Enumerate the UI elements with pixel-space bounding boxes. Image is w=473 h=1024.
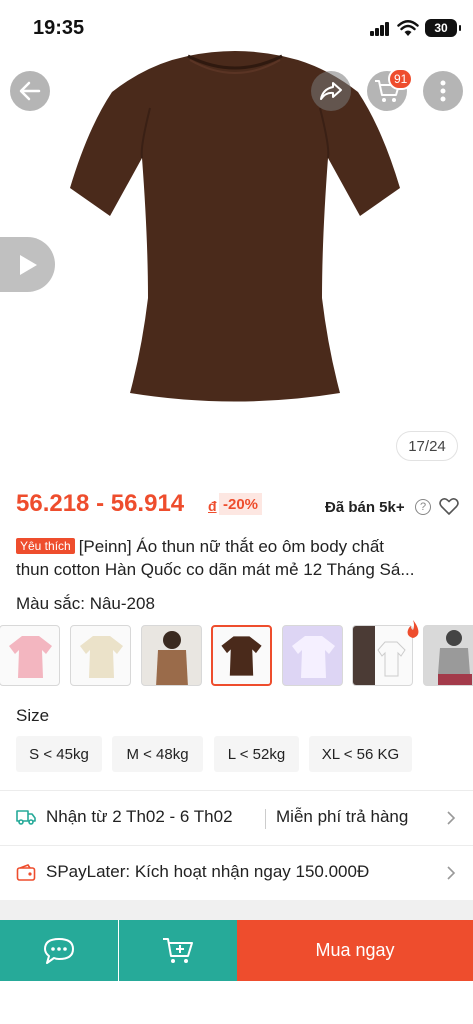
- color-swatch-model-photo[interactable]: [141, 625, 202, 686]
- paylater-row[interactable]: SPayLater: Kích hoạt nhận ngay 150.000Đ: [0, 846, 473, 900]
- more-vertical-icon: [440, 80, 446, 102]
- sold-count: Đã bán 5k+: [325, 499, 405, 516]
- shipping-row[interactable]: Nhận từ 2 Th02 - 6 Th02 Miễn phí trả hàn…: [0, 791, 473, 845]
- status-bar: 19:35 30: [0, 0, 473, 56]
- delivery-estimate: Nhận từ 2 Th02 - 6 Th02: [46, 807, 233, 826]
- size-option-m[interactable]: M < 48kg: [112, 736, 203, 772]
- color-swatch-pink[interactable]: [0, 625, 60, 686]
- product-image: [70, 51, 400, 402]
- color-swatch-white-combo[interactable]: [352, 625, 413, 686]
- price-range: 56.218 - 56.914: [16, 490, 185, 517]
- add-to-cart-button[interactable]: [119, 920, 237, 981]
- color-swatch-gray[interactable]: [423, 625, 473, 686]
- chevron-right-icon: [447, 811, 456, 825]
- buy-now-button[interactable]: Mua ngay: [237, 920, 473, 981]
- signal-icon: [370, 22, 390, 36]
- size-option-s[interactable]: S < 45kg: [16, 736, 102, 772]
- size-option-xl[interactable]: XL < 56 KG: [309, 736, 412, 772]
- back-button[interactable]: [10, 71, 50, 111]
- chat-icon: [44, 937, 74, 964]
- more-options-button[interactable]: [423, 71, 463, 111]
- chat-button[interactable]: [0, 920, 118, 981]
- chevron-right-icon: [447, 866, 456, 880]
- price-row: 56.218 - 56.914 đ -20% Đã bán 5k+ ?: [16, 488, 461, 524]
- bottom-action-bar: Mua ngay: [0, 920, 473, 981]
- play-icon: [19, 254, 37, 275]
- size-option-l[interactable]: L < 52kg: [214, 736, 299, 772]
- status-time: 19:35: [33, 17, 85, 39]
- discount-badge: -20%: [219, 493, 263, 515]
- wallet-icon: [16, 864, 36, 881]
- color-swatches: [0, 625, 473, 687]
- product-title-line2: thun cotton Hàn Quốc co dãn mát mẻ 12 Th…: [16, 560, 415, 579]
- size-label: Size: [16, 706, 50, 725]
- truck-icon: [16, 810, 36, 825]
- cart-count-badge: 91: [388, 68, 414, 90]
- color-swatch-lavender[interactable]: [282, 625, 343, 686]
- share-icon: [320, 82, 342, 100]
- color-label: Màu sắc: Nâu-208: [16, 594, 155, 613]
- divider: [265, 809, 266, 829]
- fire-icon: [407, 620, 419, 638]
- image-counter: 17/24: [396, 431, 458, 461]
- battery-icon: 30: [425, 19, 461, 37]
- product-title: Yêu thích [Peinn] Áo thun nữ thắt eo ôm b…: [16, 535, 461, 581]
- add-cart-icon: [163, 937, 193, 963]
- share-button[interactable]: [311, 71, 351, 111]
- heart-icon[interactable]: [439, 497, 459, 516]
- currency-symbol: đ: [208, 498, 217, 514]
- section-separator: [0, 900, 473, 920]
- color-swatch-brown-selected[interactable]: [211, 625, 272, 686]
- play-video-button[interactable]: [0, 237, 55, 292]
- color-swatch-cream[interactable]: [70, 625, 131, 686]
- paylater-text: SPayLater: Kích hoạt nhận ngay 150.000Đ: [46, 862, 370, 881]
- free-returns-text: Miễn phí trả hàng: [276, 807, 409, 826]
- arrow-left-icon: [19, 81, 41, 101]
- favorite-badge: Yêu thích: [16, 538, 75, 554]
- product-title-line1: [Peinn] Áo thun nữ thắt eo ôm body chất: [78, 537, 385, 556]
- help-icon[interactable]: ?: [415, 499, 431, 515]
- wifi-icon: [397, 20, 419, 36]
